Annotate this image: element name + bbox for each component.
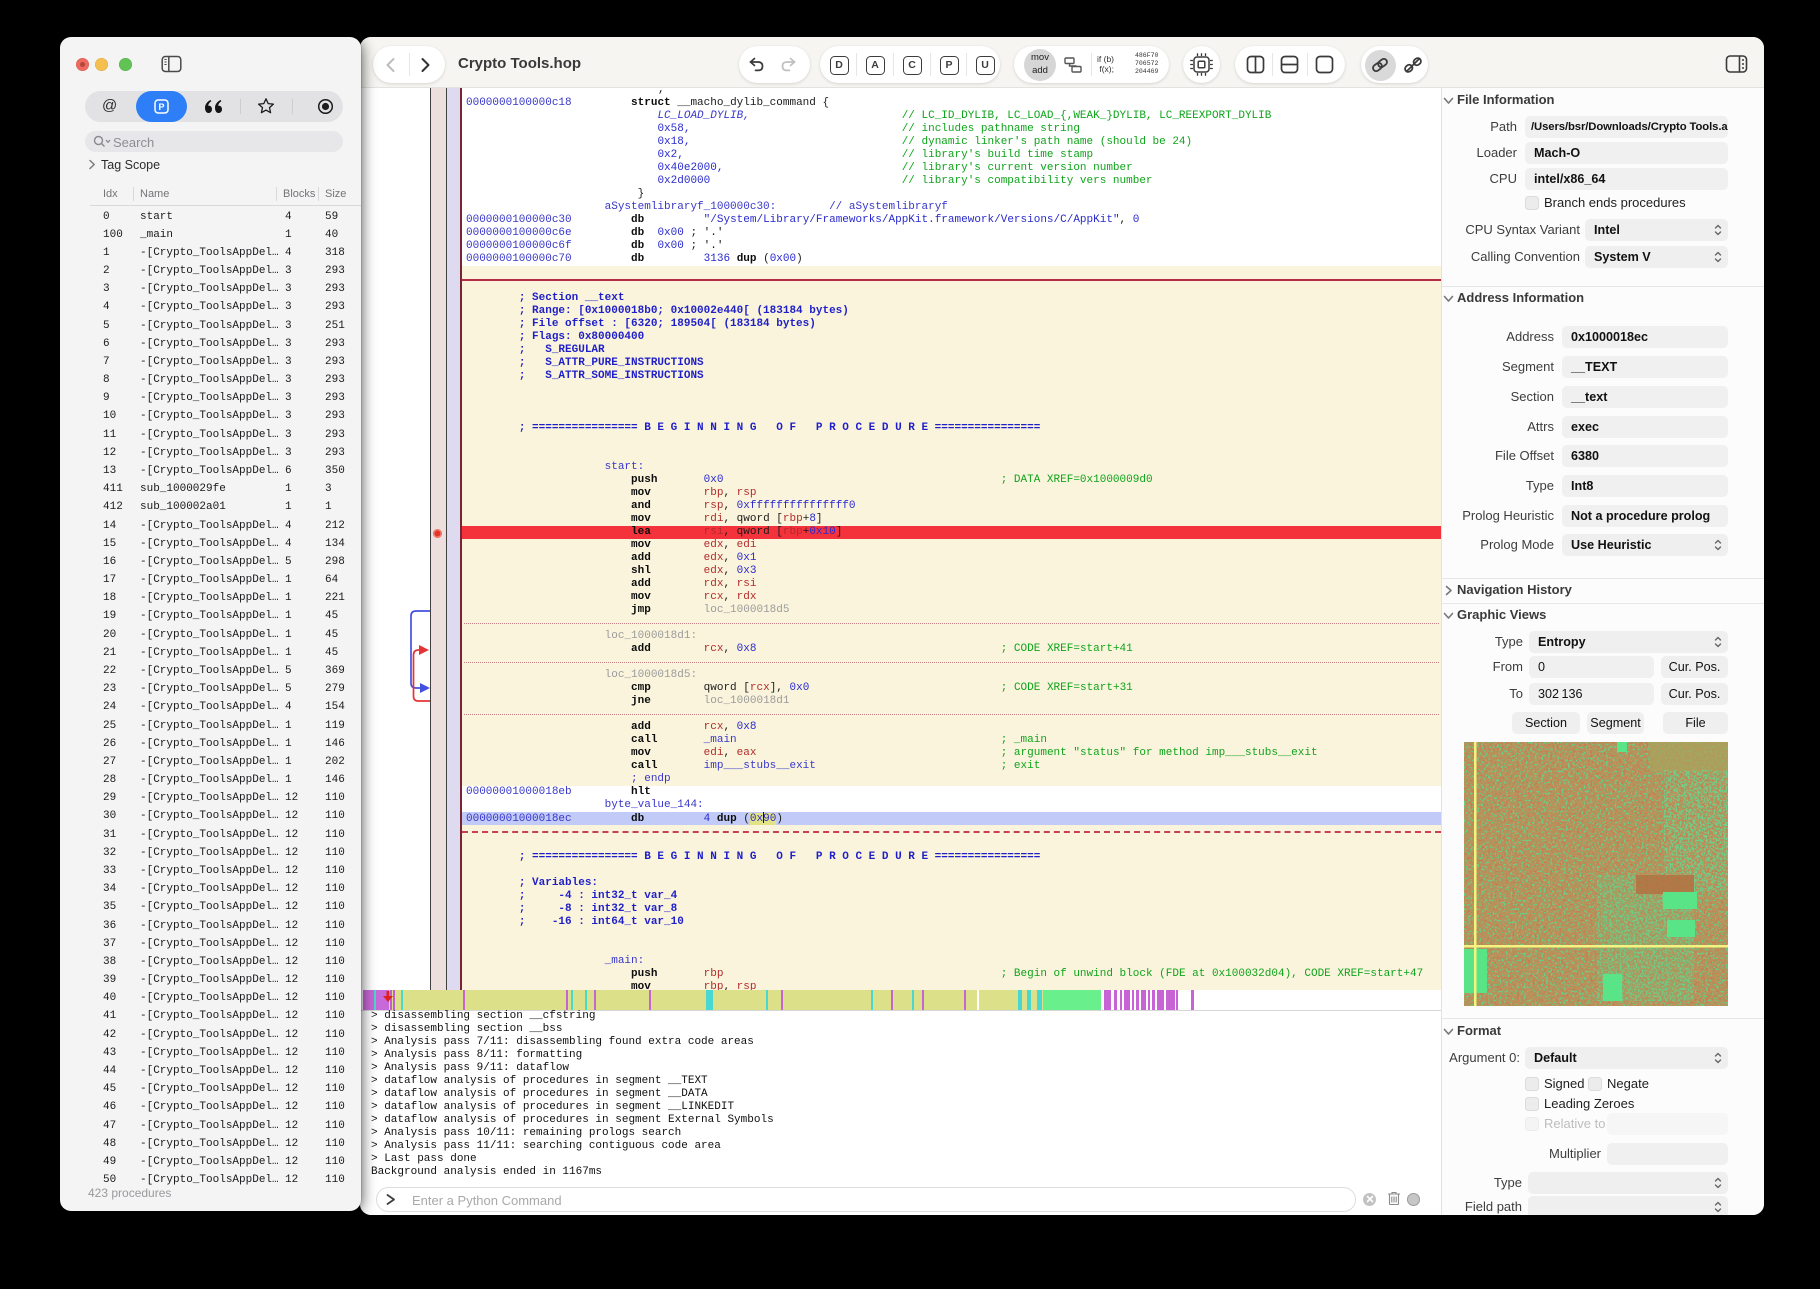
svg-text:P: P bbox=[158, 102, 164, 112]
